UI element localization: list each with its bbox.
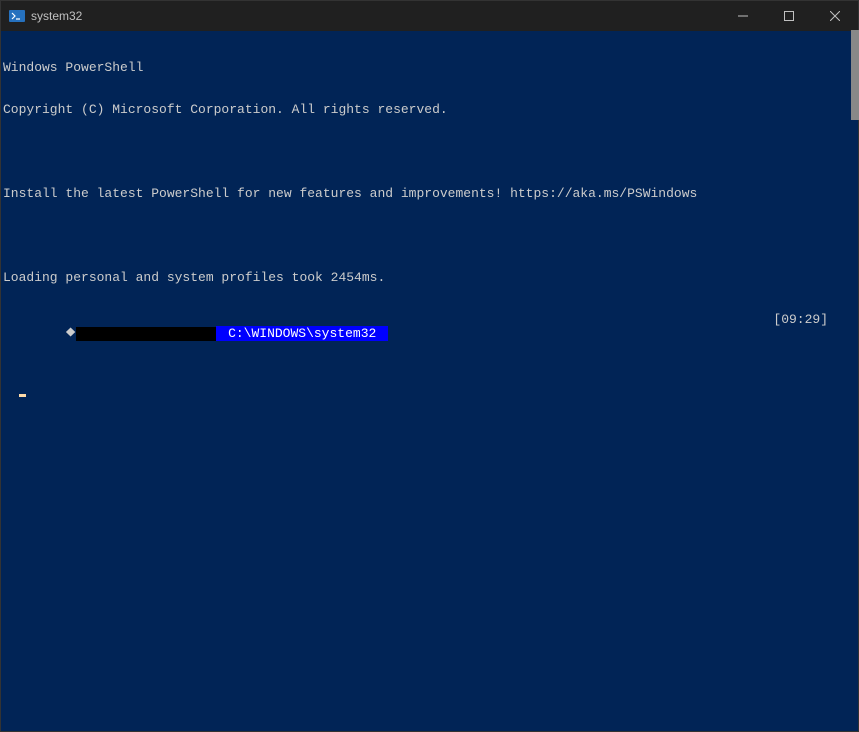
- minimize-button[interactable]: [720, 1, 766, 31]
- output-line: Install the latest PowerShell for new fe…: [3, 187, 856, 201]
- powershell-window: system32 Windows PowerShell Copyright (C…: [0, 0, 859, 732]
- prompt-user-segment: [76, 327, 216, 341]
- prompt-symbol: ⯁: [65, 326, 75, 341]
- scrollbar[interactable]: [851, 30, 859, 120]
- maximize-button[interactable]: [766, 1, 812, 31]
- output-line: Windows PowerShell: [3, 61, 856, 75]
- powershell-icon: [9, 8, 25, 24]
- output-line: [3, 145, 856, 159]
- prompt-path-segment: C:\WINDOWS\system32: [216, 326, 388, 341]
- cursor-icon: [19, 394, 26, 397]
- input-line[interactable]: [3, 383, 856, 397]
- window-title: system32: [31, 9, 720, 23]
- output-line: Loading personal and system profiles too…: [3, 271, 856, 285]
- window-controls: [720, 1, 858, 31]
- output-line: Copyright (C) Microsoft Corporation. All…: [3, 103, 856, 117]
- prompt-line: ⯁ C:\WINDOWS\system32 [09:29]: [3, 313, 856, 355]
- terminal-output[interactable]: Windows PowerShell Copyright (C) Microso…: [1, 31, 858, 731]
- output-line: [3, 229, 856, 243]
- close-button[interactable]: [812, 1, 858, 31]
- prompt-time: [09:29]: [773, 313, 856, 355]
- titlebar[interactable]: system32: [1, 1, 858, 31]
